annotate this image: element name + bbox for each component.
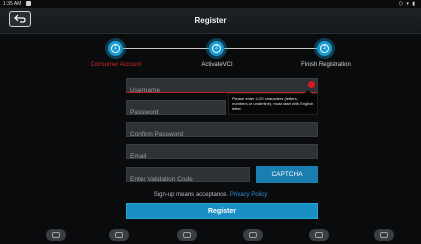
window-icon[interactable]: [243, 229, 263, 241]
signup-terms: Sign-up means acceptance. Privacy Policy: [0, 192, 421, 198]
username-field[interactable]: [126, 78, 318, 97]
step-3-label: Finish Registration: [301, 62, 351, 68]
validation-code-field[interactable]: [126, 167, 250, 186]
confirm-password-input[interactable]: [127, 128, 317, 141]
step-connector-2: [224, 48, 317, 49]
notification-icon: [26, 1, 31, 6]
validation-code-input[interactable]: [127, 173, 249, 186]
status-icons: ⬡ ▾ ▮: [398, 1, 416, 7]
status-bar: 1:35 AM ⬡ ▾ ▮: [0, 0, 421, 8]
vci-icon[interactable]: [109, 229, 129, 241]
camera-icon[interactable]: [309, 229, 329, 241]
signup-text: Sign-up means acceptance.: [153, 192, 229, 198]
title-bar: Register: [0, 8, 421, 34]
captcha-button[interactable]: CAPTCHA: [256, 166, 318, 183]
step-1-label: Consumer Account: [90, 62, 142, 68]
registration-steps: 1 2 3 Consumer Account ActivateVCI Finis…: [0, 33, 421, 73]
home-icon[interactable]: [46, 229, 66, 241]
step-connector-1: [123, 48, 209, 49]
password-field[interactable]: [126, 100, 226, 119]
username-hint-tooltip: Please enter 4-20 characters (letters, n…: [228, 90, 318, 115]
step-2-label: ActivateVCI: [201, 62, 233, 68]
step-1-circle: 1: [108, 41, 123, 56]
email-input[interactable]: [127, 150, 317, 163]
error-icon: [308, 81, 315, 88]
confirm-password-field[interactable]: [126, 122, 318, 141]
bottom-nav-bar: [0, 226, 421, 244]
email-field[interactable]: [126, 144, 318, 163]
privacy-policy-link[interactable]: Privacy Policy: [230, 192, 267, 198]
car-icon[interactable]: [177, 229, 197, 241]
step-2-circle: 2: [209, 41, 224, 56]
step-3-circle: 3: [317, 41, 332, 56]
register-button[interactable]: Register: [126, 203, 318, 219]
page-title: Register: [194, 16, 227, 25]
password-input[interactable]: [127, 106, 225, 119]
status-time: 1:35 AM: [3, 1, 22, 7]
back-nav-icon[interactable]: [374, 229, 394, 241]
